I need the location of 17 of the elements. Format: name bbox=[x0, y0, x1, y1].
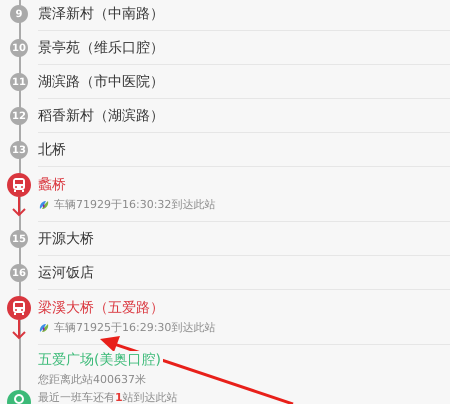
stop-number: 12 bbox=[10, 107, 28, 125]
stop-name[interactable]: 运河饭店 bbox=[38, 264, 96, 282]
stop-info: 您距离此站400637米 bbox=[38, 372, 146, 387]
arrival-info: 车辆71925于16:29:30到达此站 bbox=[54, 320, 216, 335]
stop-name[interactable]: 蠡桥 bbox=[38, 176, 68, 194]
arrival-info: 车辆71929于16:30:32到达此站 bbox=[54, 197, 216, 212]
stop-number: 11 bbox=[10, 73, 28, 91]
stop-info: 最近一班车还有1站到达此站 bbox=[38, 390, 178, 404]
stop-number: 15 bbox=[10, 230, 28, 248]
stop-name[interactable]: 开源大桥 bbox=[38, 230, 96, 248]
stop-number: 16 bbox=[10, 264, 28, 282]
logo-icon bbox=[38, 198, 50, 210]
stop-number: 9 bbox=[10, 5, 28, 23]
stop-number: 13 bbox=[10, 141, 28, 159]
stop-number: 10 bbox=[10, 39, 28, 57]
logo-icon bbox=[38, 322, 50, 334]
stop-name[interactable]: 北桥 bbox=[38, 140, 68, 158]
